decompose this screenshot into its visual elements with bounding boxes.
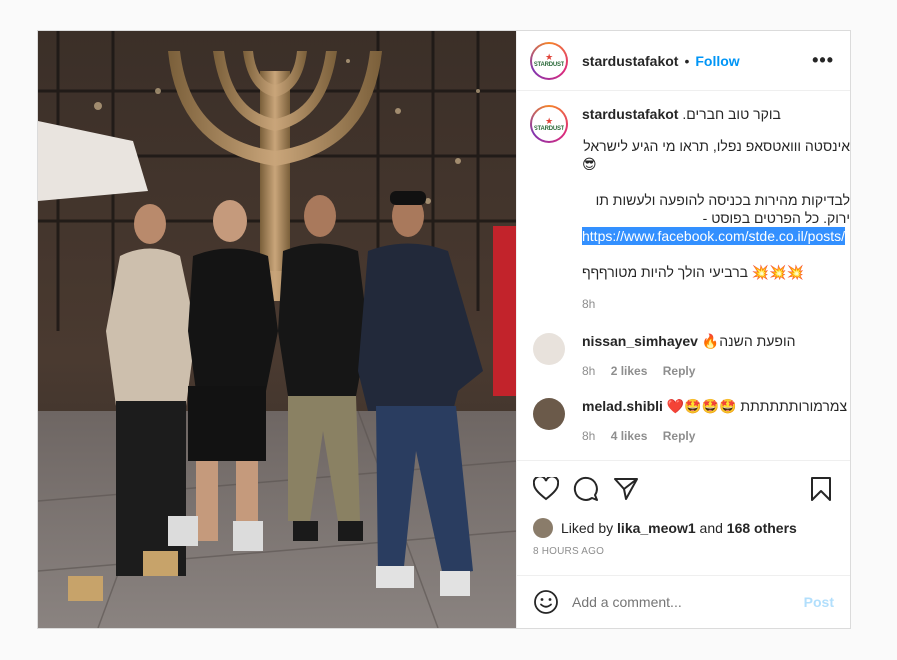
comment-text: הופעת השנה🔥 (701, 333, 796, 349)
likes-others[interactable]: 168 others (727, 520, 797, 536)
comment-body: melad.shibli צמרמורותתתתתת 🤩🤩🤩❤️ 8h 4 li… (582, 398, 850, 443)
caption-line-6: 💥💥💥 ברביעי הולך להיות מטורףףף (582, 264, 805, 280)
comment-likes[interactable]: 4 likes (611, 429, 648, 443)
post-actions (517, 460, 850, 516)
liker-username[interactable]: lika_meow1 (617, 520, 696, 536)
post-caption: ★ STARDUST stardustafakot בוקר טוב חברים.… (517, 91, 850, 313)
comment-username[interactable]: melad.shibli (582, 398, 663, 414)
add-comment-bar: Post (517, 575, 850, 628)
comment-meta: 8h 2 likes Reply (582, 364, 850, 378)
post-date: 8 HOURS AGO (533, 546, 605, 557)
comment-input[interactable] (572, 594, 804, 610)
comments-section[interactable]: ★ STARDUST stardustafakot בוקר טוב חברים.… (517, 91, 850, 460)
caption-username[interactable]: stardustafakot (582, 105, 678, 123)
author-avatar[interactable]: ★ STARDUST (530, 41, 568, 80)
share-icon[interactable] (611, 474, 641, 504)
emoji-icon[interactable] (533, 589, 559, 615)
bookmark-icon[interactable] (806, 474, 836, 504)
heart-icon[interactable] (531, 474, 561, 504)
reply-button[interactable]: Reply (663, 364, 696, 378)
post-photo[interactable] (38, 31, 516, 628)
post-side-panel: ★ STARDUST stardustafakot • Follow ••• ★ S… (516, 31, 850, 628)
comment-text: צמרמורותתתתתת 🤩🤩🤩❤️ (666, 398, 848, 414)
commenter-avatar[interactable] (533, 333, 565, 365)
caption-body: stardustafakot בוקר טוב חברים. אינסטה וו… (582, 105, 850, 313)
caption-author-avatar[interactable]: ★ STARDUST (530, 105, 568, 143)
comment-time: 8h (582, 429, 596, 443)
liker-avatar[interactable] (533, 518, 553, 538)
caption-time: 8h (582, 297, 596, 311)
comment-time: 8h (582, 364, 596, 378)
comment-body: nissan_simhayev הופעת השנה🔥 8h 2 likes R… (582, 333, 850, 378)
caption-line-2: אינסטה ווואטסאפ נפלו, תראו מי הגיע לישרא… (583, 138, 850, 154)
reply-button[interactable]: Reply (663, 429, 696, 443)
follow-button[interactable]: Follow (695, 53, 739, 69)
author-username[interactable]: stardustafakot (582, 53, 678, 69)
more-options-icon[interactable]: ••• (812, 50, 834, 71)
photo-illustration (38, 31, 516, 628)
commenter-avatar[interactable] (533, 398, 565, 430)
caption-line-3: 😎 (582, 156, 597, 172)
comment-meta: 8h 4 likes Reply (582, 429, 850, 443)
caption-line-5: ירוק. כל הפרטים בפוסט - (702, 210, 850, 226)
comment-username[interactable]: nissan_simhayev (582, 333, 698, 349)
post-frame: ★ STARDUST stardustafakot • Follow ••• ★ S… (37, 30, 851, 629)
comment-item: melad.shibli צמרמורותתתתתת 🤩🤩🤩❤️ 8h 4 li… (517, 398, 850, 443)
caption-link[interactable]: https://www.facebook.com/stde.co.il/post… (582, 227, 846, 245)
stardust-logo: ★ STARDUST (533, 115, 565, 132)
comment-likes[interactable]: 2 likes (611, 364, 648, 378)
post-header: ★ STARDUST stardustafakot • Follow ••• (517, 31, 850, 91)
separator-dot: • (684, 52, 690, 69)
post-comment-button[interactable]: Post (804, 594, 834, 610)
caption-line-1: בוקר טוב חברים. (682, 106, 781, 122)
stardust-logo: ★ STARDUST (533, 52, 565, 69)
likes-summary: Liked by lika_meow1 and 168 others (517, 516, 850, 540)
caption-line-4: לבדיקות מהירות בכניסה להופעה ולעשות תו (595, 192, 850, 208)
comment-icon[interactable] (571, 474, 601, 504)
comment-item: nissan_simhayev הופעת השנה🔥 8h 2 likes R… (517, 333, 850, 378)
